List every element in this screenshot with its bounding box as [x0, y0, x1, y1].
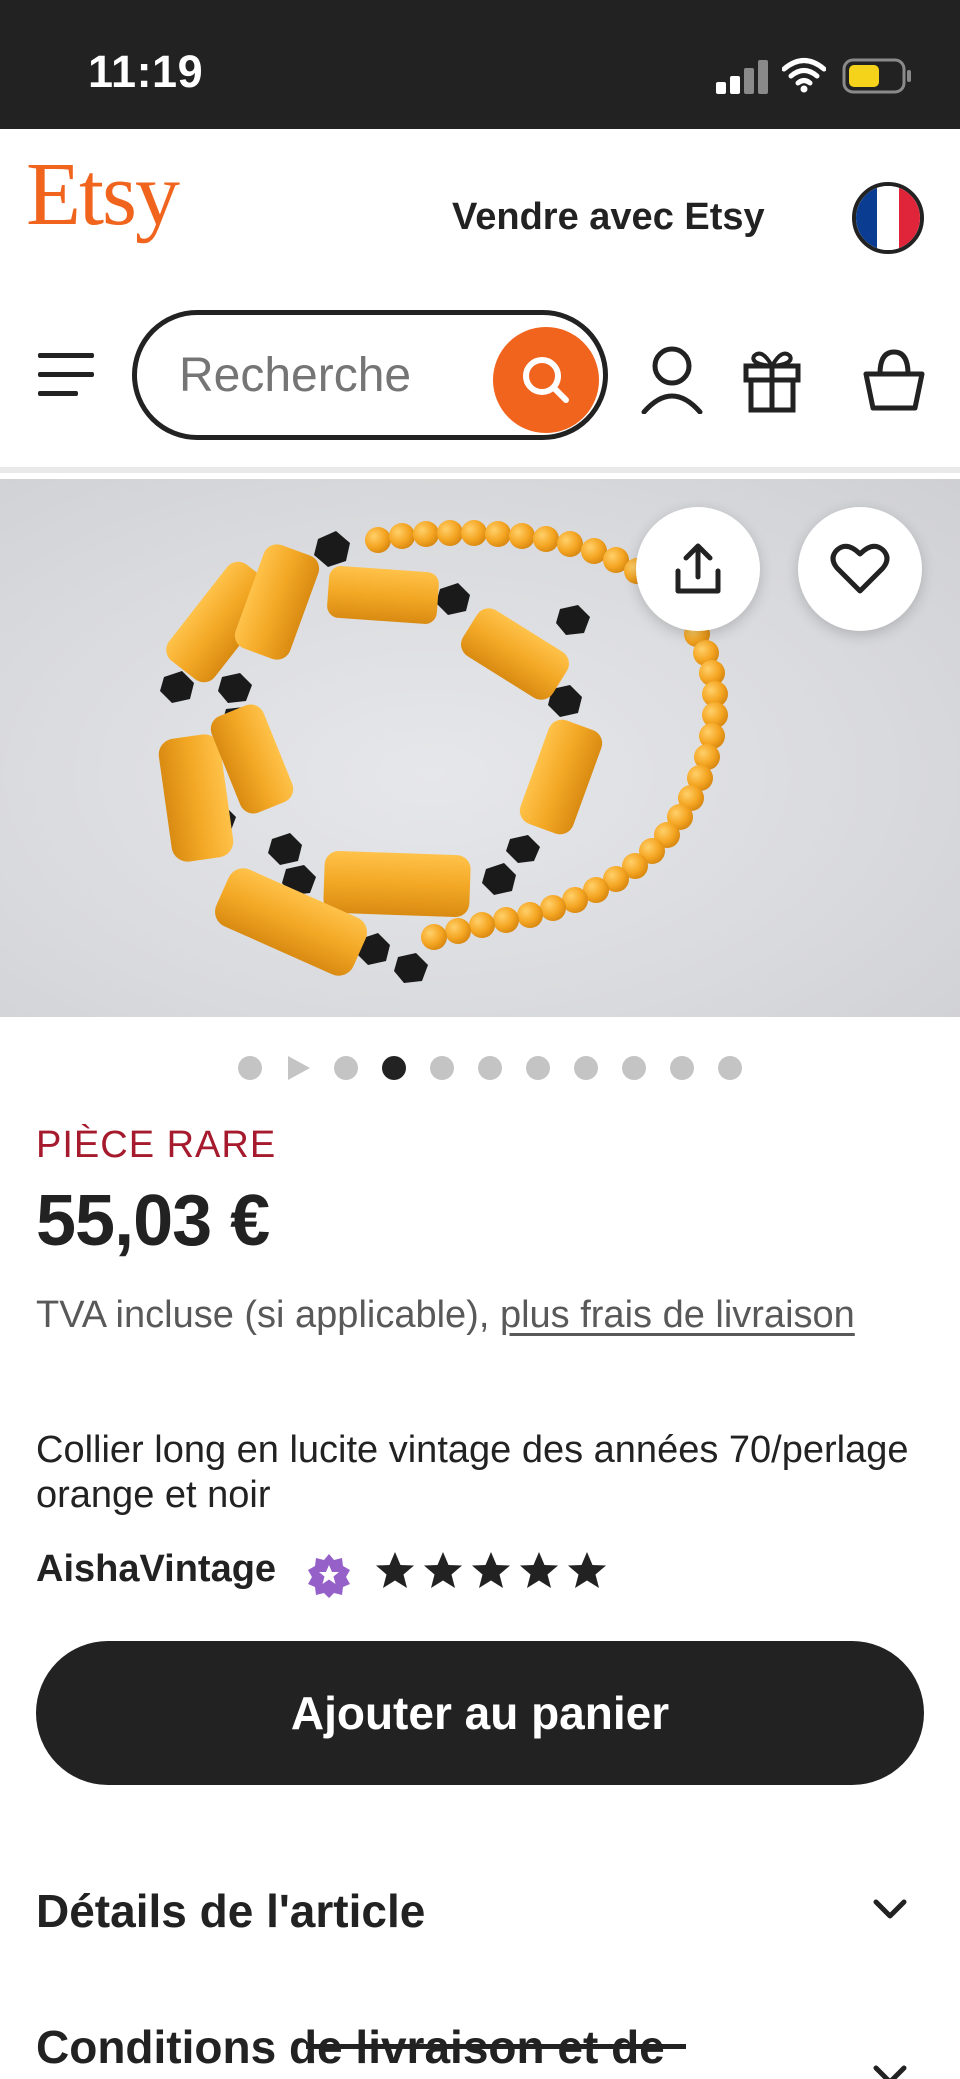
heart-icon — [830, 543, 890, 594]
chevron-down-icon — [873, 1899, 907, 1919]
star-seller-icon — [308, 1554, 350, 1598]
share-icon — [675, 543, 721, 594]
carousel-dot[interactable] — [574, 1056, 598, 1080]
search-icon — [523, 357, 569, 403]
carousel-dot[interactable] — [718, 1056, 742, 1080]
vat-text: TVA incluse (si applicable), — [36, 1294, 500, 1336]
france-flag-icon[interactable] — [852, 182, 924, 254]
star-icon — [472, 1552, 510, 1588]
share-button[interactable] — [636, 507, 760, 631]
shipping-cost-link[interactable]: plus frais de livraison — [500, 1294, 855, 1336]
status-bar: 11:19 — [0, 0, 960, 129]
carousel-dot[interactable] — [238, 1056, 262, 1080]
shopping-basket-icon[interactable] — [862, 344, 926, 414]
star-icon — [568, 1552, 606, 1588]
vat-info: TVA incluse (si applicable), plus frais … — [36, 1288, 916, 1342]
search-button[interactable] — [493, 327, 599, 433]
battery-icon — [842, 58, 911, 94]
wifi-icon — [782, 58, 826, 93]
sell-with-etsy-link[interactable]: Vendre avec Etsy — [452, 196, 765, 239]
carousel-dot-active[interactable] — [382, 1056, 406, 1080]
overlay-line — [306, 2044, 686, 2049]
favorite-button[interactable] — [798, 507, 922, 631]
cellular-signal-icon — [716, 60, 770, 94]
gift-icon[interactable] — [740, 344, 804, 414]
add-to-cart-button[interactable]: Ajouter au panier — [36, 1641, 924, 1785]
carousel-dot[interactable] — [622, 1056, 646, 1080]
product-title: Collier long en lucite vintage des année… — [36, 1429, 909, 1516]
product-image[interactable] — [0, 479, 960, 1017]
carousel-dot[interactable] — [526, 1056, 550, 1080]
shipping-conditions-accordion[interactable]: Conditions de livraison et de — [36, 2008, 924, 2079]
status-time: 11:19 — [88, 46, 204, 97]
carousel-indicators — [0, 1054, 960, 1082]
user-account-icon[interactable] — [640, 344, 704, 414]
star-icon — [520, 1552, 558, 1588]
carousel-dot[interactable] — [670, 1056, 694, 1080]
carousel-dot[interactable] — [334, 1056, 358, 1080]
star-icon — [424, 1552, 462, 1588]
item-details-label: Détails de l'article — [36, 1885, 426, 1937]
product-price: 55,03 € — [36, 1181, 270, 1261]
search-input[interactable] — [179, 345, 469, 405]
rare-item-badge: PIÈCE RARE — [36, 1124, 277, 1166]
carousel-dot[interactable] — [478, 1056, 502, 1080]
carousel-video-indicator[interactable] — [288, 1056, 310, 1080]
shop-name-link[interactable]: AishaVintage — [36, 1548, 276, 1591]
chevron-down-icon — [873, 2065, 907, 2079]
search-bar — [132, 310, 608, 440]
star-icon — [376, 1552, 414, 1588]
etsy-logo[interactable]: Etsy — [26, 150, 180, 240]
item-details-accordion[interactable]: Détails de l'article — [36, 1872, 924, 1952]
carousel-dot[interactable] — [430, 1056, 454, 1080]
menu-icon[interactable] — [38, 353, 94, 397]
